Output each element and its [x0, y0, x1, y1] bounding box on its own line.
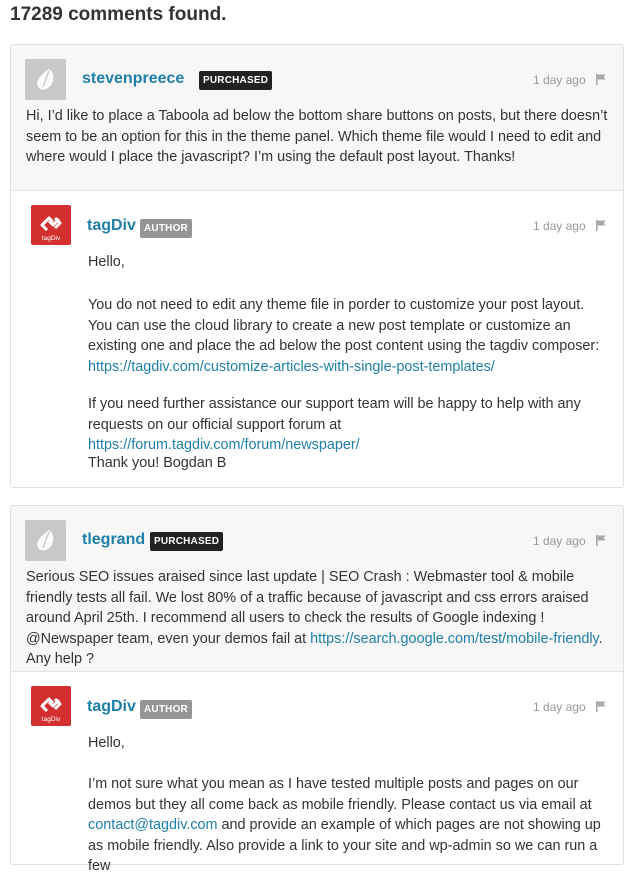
envato-leaf-icon — [37, 69, 54, 90]
comment-text: Hi, I’d like to place a Taboola ad below… — [26, 108, 608, 165]
timestamp: 1 day ago — [532, 73, 586, 87]
username-link[interactable]: tlegrand — [82, 531, 145, 549]
reply-paragraph: Hello, — [88, 735, 125, 751]
tagdiv-logo-icon: tagDiv — [40, 216, 62, 242]
tagdiv-logo-icon: tagDiv — [40, 697, 62, 723]
purchased-badge: PURCHASED — [150, 532, 224, 551]
svg-text:tagDiv: tagDiv — [42, 235, 61, 242]
flag-icon[interactable] — [595, 73, 607, 88]
timestamp: 1 day ago — [532, 534, 586, 548]
username-link[interactable]: tagDiv — [87, 217, 136, 235]
comment-thread: stevenpreece PURCHASED 1 day ago Hi, I’d… — [10, 44, 624, 488]
comments-count-heading: 17289 comments found. — [10, 4, 227, 25]
comment-meta: 1 day ago — [533, 73, 607, 88]
envato-leaf-icon — [37, 530, 54, 551]
comment: tlegrand PURCHASED 1 day ago Serious SEO… — [11, 506, 623, 672]
comment-meta: 1 day ago — [533, 534, 607, 549]
reply-paragraph: Thank you! Bogdan B — [88, 455, 227, 471]
support-forum-link[interactable]: https://forum.tagdiv.com/forum/newspaper… — [88, 437, 360, 453]
comment-meta: 1 day ago — [533, 219, 607, 234]
flag-icon[interactable] — [595, 534, 607, 549]
author-reply: tagDiv tagDiv AUTHOR 1 day ago Hello, Yo… — [11, 191, 623, 487]
reply-paragraph: If you need further assistance our suppo… — [88, 396, 581, 453]
author-badge: AUTHOR — [140, 219, 192, 238]
avatar[interactable]: tagDiv — [31, 686, 71, 726]
avatar[interactable] — [25, 520, 66, 561]
author-reply: tagDiv tagDiv AUTHOR 1 day ago Hello, I’… — [11, 672, 623, 874]
reply-paragraph: Hello, — [88, 254, 125, 270]
timestamp: 1 day ago — [532, 700, 586, 714]
comment: stevenpreece PURCHASED 1 day ago Hi, I’d… — [11, 45, 623, 191]
avatar[interactable] — [25, 59, 66, 100]
post-templates-link[interactable]: https://tagdiv.com/customize-articles-wi… — [88, 359, 495, 375]
contact-email-link[interactable]: contact@tagdiv.com — [88, 817, 218, 833]
author-badge: AUTHOR — [140, 700, 192, 719]
comment-text: Serious SEO issues araised since last up… — [26, 569, 603, 667]
comment-meta: 1 day ago — [533, 700, 607, 715]
flag-icon[interactable] — [595, 700, 607, 715]
svg-text:tagDiv: tagDiv — [42, 716, 61, 723]
reply-paragraph: You do not need to edit any theme file i… — [88, 297, 600, 375]
reply-paragraph: I’m not sure what you mean as I have tes… — [88, 776, 601, 874]
timestamp: 1 day ago — [532, 219, 586, 233]
mobile-friendly-test-link[interactable]: https://search.google.com/test/mobile-fr… — [310, 631, 598, 647]
avatar[interactable]: tagDiv — [31, 205, 71, 245]
comment-thread: tlegrand PURCHASED 1 day ago Serious SEO… — [10, 505, 624, 874]
username-link[interactable]: tagDiv — [87, 698, 136, 716]
username-link[interactable]: stevenpreece — [82, 70, 184, 88]
flag-icon[interactable] — [595, 219, 607, 234]
purchased-badge: PURCHASED — [199, 71, 273, 90]
